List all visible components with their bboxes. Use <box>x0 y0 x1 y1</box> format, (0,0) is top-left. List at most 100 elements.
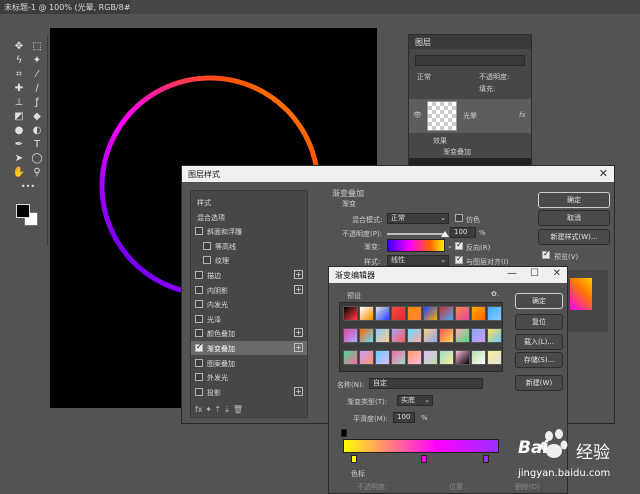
dither-checkbox[interactable] <box>455 214 463 222</box>
style-list-footer[interactable]: fx ✦ ⇡ ⇣ 🗑 <box>195 405 243 414</box>
gradient-preset-swatch[interactable] <box>375 350 390 365</box>
add-icon[interactable]: + <box>294 284 303 294</box>
crop-icon[interactable]: ⌗ <box>12 68 26 82</box>
eraser-icon[interactable]: ◩ <box>12 110 26 124</box>
align-checkbox[interactable] <box>455 254 463 264</box>
gradient-preset-swatch[interactable] <box>391 328 406 343</box>
path-select-icon[interactable]: ➤ <box>12 152 26 166</box>
lasso-icon[interactable]: ϟ <box>12 54 26 68</box>
gradient-preset-swatch[interactable] <box>359 306 374 321</box>
color-stop-purple[interactable] <box>483 455 489 463</box>
blend-mode-select[interactable]: 正常 ⌄ <box>387 213 449 224</box>
gradient-preset-swatch[interactable] <box>359 328 374 343</box>
healing-icon[interactable]: ✚ <box>12 82 26 96</box>
style-item[interactable]: 图案叠加 <box>191 356 307 370</box>
stamp-icon[interactable]: ⊥ <box>12 96 26 110</box>
fx-icon[interactable]: fx <box>519 111 526 119</box>
style-checkbox[interactable] <box>195 300 203 309</box>
style-checkbox[interactable] <box>203 256 211 265</box>
eye-icon[interactable]: 👁 <box>413 111 422 119</box>
opacity-input[interactable]: 100 <box>450 227 476 238</box>
blur-icon[interactable]: ● <box>12 124 26 138</box>
style-item[interactable]: 内阴影 + <box>191 283 307 297</box>
opacity-slider-handle[interactable] <box>441 231 449 237</box>
gradient-preset-swatch[interactable] <box>439 350 454 365</box>
gradient-type-select[interactable]: 实底 ⌄ <box>397 395 433 406</box>
style-checkbox[interactable] <box>203 241 211 250</box>
pen-icon[interactable]: ✒ <box>12 138 26 152</box>
shape-icon[interactable]: ◯ <box>30 152 44 166</box>
reverse-checkbox[interactable] <box>455 240 463 250</box>
opacity-slider[interactable] <box>387 233 445 235</box>
preview-checkbox[interactable] <box>542 249 550 259</box>
load-button[interactable]: 载入(L)... <box>515 334 563 350</box>
style-checkbox[interactable] <box>195 329 203 338</box>
gradient-preset-swatch[interactable] <box>343 328 358 343</box>
reset-button[interactable]: 复位 <box>515 314 563 330</box>
gradient-preset-swatch[interactable] <box>423 328 438 343</box>
style-checkbox[interactable] <box>195 358 203 367</box>
gradient-preset-swatch[interactable] <box>375 328 390 343</box>
add-icon[interactable]: + <box>294 386 303 396</box>
gradient-preset-swatch[interactable] <box>487 328 502 343</box>
eyedropper-icon[interactable]: ⁄ <box>30 68 44 82</box>
style-checkbox[interactable] <box>195 342 203 352</box>
gear-icon[interactable]: ✿. <box>491 290 499 298</box>
style-item[interactable]: 等高线 <box>191 239 307 253</box>
gradient-preset-swatch[interactable] <box>407 328 422 343</box>
gradient-preset-swatch[interactable] <box>455 350 470 365</box>
type-icon[interactable]: T <box>30 138 44 152</box>
history-brush-icon[interactable]: ƒ <box>30 96 44 110</box>
move-icon[interactable]: ✥ <box>12 40 26 54</box>
style-checkbox[interactable] <box>195 373 203 382</box>
style-checkbox[interactable] <box>195 285 203 294</box>
gradient-preset-swatch[interactable] <box>487 306 502 321</box>
gradient-preset-swatch[interactable] <box>375 306 390 321</box>
style-item[interactable]: 投影 + <box>191 385 307 399</box>
gradient-preset-swatch[interactable] <box>471 350 486 365</box>
minimize-icon[interactable]: — <box>507 268 517 279</box>
style-item[interactable]: 光泽 <box>191 312 307 326</box>
style-item[interactable]: 混合选项 <box>191 210 307 224</box>
gradient-preset-swatch[interactable] <box>407 306 422 321</box>
smoothness-input[interactable]: 100 <box>393 412 415 423</box>
gradient-preset-swatch[interactable] <box>439 306 454 321</box>
gradient-preset-swatch[interactable] <box>471 328 486 343</box>
marquee-icon[interactable]: ⬚ <box>30 40 44 54</box>
gradient-preset-swatch[interactable] <box>423 306 438 321</box>
gradient-preset-swatch[interactable] <box>407 350 422 365</box>
layer-filter[interactable] <box>415 55 525 66</box>
chevron-down-icon[interactable]: ⌄ <box>447 242 453 250</box>
close-icon[interactable]: ✕ <box>599 167 608 180</box>
color-stop-yellow[interactable] <box>351 455 357 463</box>
magic-wand-icon[interactable]: ✦ <box>30 54 44 68</box>
ok-button[interactable]: 确定 <box>515 293 563 309</box>
style-checkbox[interactable] <box>195 314 203 323</box>
document-tab[interactable]: 未标题-1 @ 100% (光晕, RGB/8#) *× <box>0 0 130 14</box>
style-checkbox[interactable] <box>195 271 203 279</box>
brush-icon[interactable]: ∕ <box>30 82 44 96</box>
blend-mode-select[interactable]: 正常 <box>417 72 431 82</box>
add-icon[interactable]: + <box>294 328 303 338</box>
foreground-color-swatch[interactable] <box>16 204 30 218</box>
more-icon[interactable]: ••• <box>12 180 44 194</box>
style-item[interactable]: 样式 <box>191 195 307 209</box>
gradient-swatch[interactable] <box>387 239 445 252</box>
color-stop-magenta[interactable] <box>421 455 427 463</box>
name-input[interactable]: 自定 <box>369 378 483 389</box>
paint-bucket-icon[interactable]: ◆ <box>30 110 44 124</box>
style-select[interactable]: 线性 ⌄ <box>387 255 449 266</box>
close-icon[interactable]: ✕ <box>553 268 561 279</box>
style-item[interactable]: 斜面和浮雕 <box>191 224 307 238</box>
hand-icon[interactable]: ✋ <box>12 166 26 180</box>
opacity-stop[interactable] <box>341 429 347 437</box>
dodge-icon[interactable]: ◐ <box>30 124 44 138</box>
gradient-preset-swatch[interactable] <box>391 350 406 365</box>
gradient-preset-swatch[interactable] <box>487 350 502 365</box>
gradient-preset-swatch[interactable] <box>391 306 406 321</box>
new-style-button[interactable]: 新建样式(W)... <box>538 229 610 245</box>
ok-button[interactable]: 确定 <box>538 192 610 208</box>
gradient-preset-swatch[interactable] <box>455 328 470 343</box>
style-item[interactable]: 渐变叠加 + <box>191 341 307 355</box>
style-item[interactable]: 颜色叠加 + <box>191 326 307 340</box>
